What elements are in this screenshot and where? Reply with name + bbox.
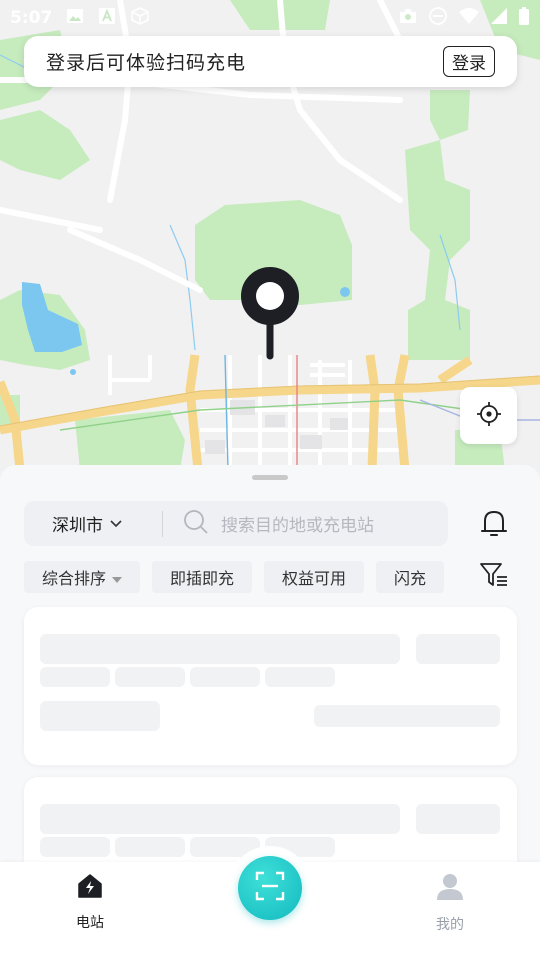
login-button[interactable]: 登录 xyxy=(443,46,495,77)
filter-funnel-icon xyxy=(479,561,509,593)
skeleton-tag xyxy=(115,837,185,857)
user-icon xyxy=(435,872,465,906)
status-bar: 5:07 xyxy=(0,0,540,36)
caret-down-icon xyxy=(112,568,123,587)
skeleton-title xyxy=(40,804,400,834)
tab-mine[interactable]: 我的 xyxy=(410,872,490,934)
skeleton-title xyxy=(40,634,400,664)
scan-icon xyxy=(255,871,285,905)
filter-chip-plug-and-charge[interactable]: 即插即充 xyxy=(152,561,253,593)
skeleton-distance xyxy=(314,705,500,727)
battery-icon xyxy=(518,6,530,30)
advanced-filter-button[interactable] xyxy=(476,561,512,593)
login-prompt-text: 登录后可体验扫码充电 xyxy=(46,52,247,74)
skeleton-info xyxy=(40,701,160,731)
skeleton-price xyxy=(416,634,500,664)
crosshair-icon xyxy=(476,401,502,431)
search-icon xyxy=(183,509,209,539)
skeleton-price xyxy=(416,804,500,834)
filter-chip-fast-charge[interactable]: 闪充 xyxy=(376,561,445,593)
search-placeholder: 搜索目的地或充电站 xyxy=(221,516,374,536)
tab-mine-label: 我的 xyxy=(436,917,464,933)
filter-chip-benefits[interactable]: 权益可用 xyxy=(264,561,365,593)
scan-button[interactable] xyxy=(238,856,302,920)
cube-icon xyxy=(130,6,150,30)
station-icon xyxy=(76,872,104,904)
font-icon xyxy=(98,7,116,29)
skeleton-tag xyxy=(265,667,335,687)
notification-button[interactable] xyxy=(476,507,512,543)
login-banner: 登录后可体验扫码充电 登录 xyxy=(24,36,517,87)
station-card-skeleton xyxy=(24,607,517,765)
city-name: 深圳市 xyxy=(52,516,103,536)
bell-icon xyxy=(479,507,509,543)
sort-chip-label: 综合排序 xyxy=(42,569,107,588)
skeleton-tag xyxy=(115,667,185,687)
tab-station-label: 电站 xyxy=(76,915,104,931)
sort-chip[interactable]: 综合排序 xyxy=(24,561,141,593)
tab-station[interactable]: 电站 xyxy=(50,872,130,932)
sheet-drag-handle[interactable] xyxy=(252,475,288,480)
status-time: 5:07 xyxy=(10,8,53,28)
search-input[interactable]: 搜索目的地或充电站 xyxy=(163,509,448,539)
location-pin-icon xyxy=(240,266,300,360)
skeleton-tag xyxy=(40,837,110,857)
skeleton-tag xyxy=(190,667,260,687)
search-bar: 深圳市 搜索目的地或充电站 xyxy=(24,501,448,546)
locate-me-button[interactable] xyxy=(460,387,517,444)
image-icon xyxy=(66,8,84,28)
wifi-icon xyxy=(458,7,480,29)
camera-icon xyxy=(398,7,418,29)
do-not-disturb-icon xyxy=(428,6,448,30)
city-selector[interactable]: 深圳市 xyxy=(24,501,162,546)
chevron-down-icon xyxy=(109,514,123,533)
skeleton-tag xyxy=(40,667,110,687)
filter-chips: 综合排序 即插即充 权益可用 闪充 xyxy=(24,561,540,593)
cellular-icon xyxy=(490,7,508,29)
